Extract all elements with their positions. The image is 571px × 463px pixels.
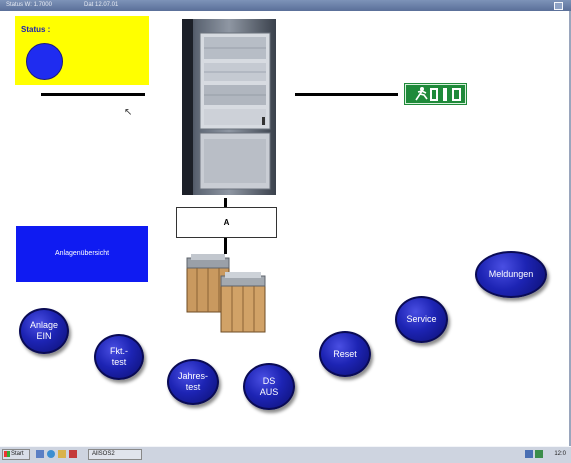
close-icon[interactable] — [554, 2, 563, 10]
anlage-ein-button[interactable]: Anlage EIN — [19, 308, 69, 354]
tray-network-icon[interactable] — [525, 450, 533, 458]
mouse-cursor-icon: ↖ — [124, 107, 133, 118]
tray-volume-icon[interactable] — [535, 450, 543, 458]
ds-aus-button[interactable]: DS AUS — [243, 363, 295, 410]
system-tray: 12:0 — [523, 449, 569, 460]
window-title: Status W: 1.7000 — [6, 2, 52, 8]
quicklaunch-browser-icon[interactable] — [47, 450, 55, 458]
connector-line-right — [295, 93, 398, 96]
component-a-box[interactable]: A — [176, 207, 277, 238]
jahres-test-button[interactable]: Jahres- test — [167, 359, 219, 405]
quicklaunch-media-icon[interactable] — [69, 450, 77, 458]
start-label: Start — [11, 451, 24, 457]
window-datetime: Dat 12.07.01 — [84, 2, 119, 8]
start-button[interactable]: Start — [2, 449, 30, 460]
reset-button[interactable]: Reset — [319, 331, 371, 377]
service-button[interactable]: Service — [395, 296, 448, 343]
quicklaunch-desktop-icon[interactable] — [36, 450, 44, 458]
taskbar-clock: 12:0 — [554, 451, 566, 457]
quicklaunch-mail-icon[interactable] — [58, 450, 66, 458]
overview-button[interactable]: Anlagenübersicht — [16, 226, 148, 282]
battery-icon[interactable] — [183, 254, 271, 334]
windows-flag-icon — [4, 451, 10, 457]
meldungen-button[interactable]: Meldungen — [475, 251, 547, 298]
connector-line-vertical-bottom — [224, 238, 227, 254]
status-panel: Status : — [15, 16, 149, 85]
emergency-exit-sign-icon[interactable] — [404, 83, 467, 105]
taskbar-task-item[interactable]: AllSOS2 — [88, 449, 142, 460]
taskbar: Start AllSOS2 12:0 — [0, 446, 571, 463]
control-cabinet-image[interactable] — [182, 19, 276, 195]
status-label: Status : — [21, 25, 51, 34]
fkt-test-button[interactable]: Fkt.- test — [94, 334, 144, 380]
connector-line-vertical-top — [224, 198, 227, 207]
connector-line-left — [41, 93, 145, 96]
window-titlebar: Status W: 1.7000 Dat 12.07.01 — [0, 0, 571, 11]
status-indicator — [26, 43, 63, 80]
